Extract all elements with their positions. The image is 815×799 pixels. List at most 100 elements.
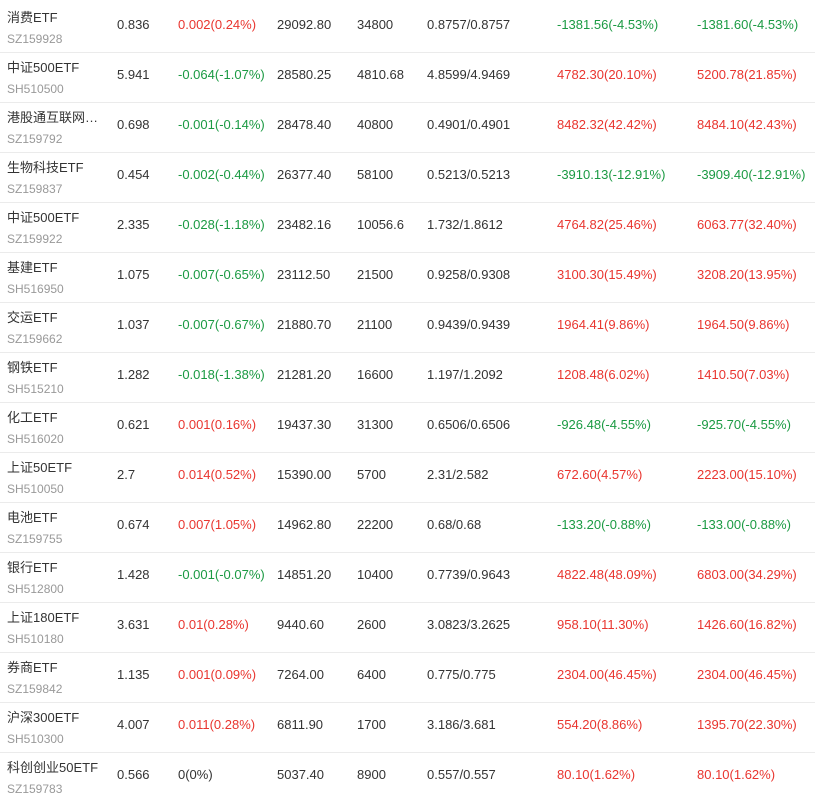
change-cell: -0.007(-0.67%) [178,317,265,332]
table-row-content: 基建ETF SH516950 1.075 -0.007(-0.65%) 23112.50… [0,253,815,302]
cost-cell: 0.7739/0.9643 [427,567,511,582]
change-cell: -0.018(-1.38%) [178,367,265,382]
table-row-content: 化工ETF SH516020 0.621 0.001(0.16%) 19437.30 31… [0,403,815,452]
table-row[interactable]: 中证500ETF SH510500 5.941 -0.064(-1.07%) 28580… [0,53,815,103]
amount-cell: 5037.40 [277,767,324,782]
total-profit-cell: 80.10(1.62%) [697,767,776,782]
cost-cell: 2.31/2.582 [427,467,489,482]
profit-cell: -1381.56(-4.53%) [557,17,659,32]
quantity-cell: 58100 [357,167,394,182]
price-cell: 0.454 [117,167,150,182]
cost-cell: 3.186/3.681 [427,717,496,732]
etf-name: 上证180ETF [7,610,80,625]
cost-cell: 1.197/1.2092 [427,367,503,382]
table-row[interactable]: 券商ETF SZ159842 1.135 0.001(0.09%) 7264.00 640… [0,653,815,703]
change-cell: -0.002(-0.44%) [178,167,265,182]
etf-name: 科创创业50ETF [7,760,99,775]
etf-name: 化工ETF [7,410,58,425]
etf-code: SZ159662 [7,332,63,346]
etf-name: 港股通互联网… [7,110,99,125]
etf-name: 中证500ETF [7,210,80,225]
table-row[interactable]: 港股通互联网… SZ159792 0.698 -0.001(-0.14%) 28478.… [0,103,815,153]
table-row[interactable]: 中证500ETF SZ159922 2.335 -0.028(-1.18%) 23482… [0,203,815,253]
table-row-content: 中证500ETF SH510500 5.941 -0.064(-1.07%) 28580… [0,53,815,102]
amount-cell: 21281.20 [277,367,332,382]
quantity-cell: 40800 [357,117,394,132]
change-cell: 0.001(0.09%) [178,667,257,682]
etf-code: SH516020 [7,432,64,446]
change-cell: 0.001(0.16%) [178,417,257,432]
table-row[interactable]: 基建ETF SH516950 1.075 -0.007(-0.65%) 23112.50… [0,253,815,303]
table-row[interactable]: 交运ETF SZ159662 1.037 -0.007(-0.67%) 21880.70… [0,303,815,353]
table-row[interactable]: 电池ETF SZ159755 0.674 0.007(1.05%) 14962.80 22… [0,503,815,553]
total-profit-cell: 1410.50(7.03%) [697,367,790,382]
table-row-content: 钢铁ETF SH515210 1.282 -0.018(-1.38%) 21281.20… [0,353,815,402]
etf-name: 基建ETF [7,260,58,275]
etf-name: 交运ETF [7,310,58,325]
quantity-cell: 21500 [357,267,394,282]
total-profit-cell: 1426.60(16.82%) [697,617,797,632]
profit-cell: -133.20(-0.88%) [557,517,651,532]
cost-cell: 0.557/0.557 [427,767,496,782]
cost-cell: 3.0823/3.2625 [427,617,511,632]
price-cell: 5.941 [117,67,150,82]
quantity-cell: 10056.6 [357,217,404,232]
change-cell: 0(0%) [178,767,213,782]
change-cell: -0.064(-1.07%) [178,67,265,82]
amount-cell: 7264.00 [277,667,324,682]
total-profit-cell: 6063.77(32.40%) [697,217,797,232]
table-row[interactable]: 银行ETF SH512800 1.428 -0.001(-0.07%) 14851.20… [0,553,815,603]
total-profit-cell: 8484.10(42.43%) [697,117,797,132]
cost-cell: 4.8599/4.9469 [427,67,511,82]
table-row[interactable]: 科创创业50ETF SZ159783 0.566 0(0%) 5037.40 8900 0.… [0,753,815,799]
price-cell: 3.631 [117,617,150,632]
table-row[interactable]: 上证180ETF SH510180 3.631 0.01(0.28%) 9440.60 2… [0,603,815,653]
etf-code: SZ159842 [7,682,63,696]
quantity-cell: 8900 [357,767,386,782]
price-cell: 0.836 [117,17,150,32]
change-cell: -0.028(-1.18%) [178,217,265,232]
change-cell: 0.002(0.24%) [178,17,257,32]
etf-code: SZ159755 [7,532,63,546]
table-row[interactable]: 生物科技ETF SZ159837 0.454 -0.002(-0.44%) 26377.… [0,153,815,203]
cost-cell: 0.8757/0.8757 [427,17,511,32]
total-profit-cell: 3208.20(13.95%) [697,267,797,282]
price-cell: 0.621 [117,417,150,432]
cost-cell: 0.5213/0.5213 [427,167,511,182]
etf-code: SH510180 [7,632,64,646]
etf-code: SZ159922 [7,232,63,246]
etf-name: 消费ETF [7,10,58,25]
table-row[interactable]: 上证50ETF SH510050 2.7 0.014(0.52%) 15390.00 57… [0,453,815,503]
table-row-content: 消费ETF SZ159928 0.836 0.002(0.24%) 29092.80 34… [0,3,815,52]
quantity-cell: 5700 [357,467,386,482]
table-row-content: 银行ETF SH512800 1.428 -0.001(-0.07%) 14851.20… [0,553,815,602]
total-profit-cell: 2304.00(46.45%) [697,667,797,682]
price-cell: 0.698 [117,117,150,132]
amount-cell: 29092.80 [277,17,332,32]
etf-code: SH516950 [7,282,64,296]
amount-cell: 14962.80 [277,517,332,532]
price-cell: 0.566 [117,767,150,782]
table-row[interactable]: 化工ETF SH516020 0.621 0.001(0.16%) 19437.30 31… [0,403,815,453]
amount-cell: 19437.30 [277,417,332,432]
quantity-cell: 21100 [357,317,393,332]
cost-cell: 0.775/0.775 [427,667,496,682]
price-cell: 2.7 [117,467,136,482]
profit-cell: 8482.32(42.42%) [557,117,657,132]
table-row[interactable]: 消费ETF SZ159928 0.836 0.002(0.24%) 29092.80 34… [0,0,815,53]
etf-name: 钢铁ETF [7,360,58,375]
table-row[interactable]: 沪深300ETF SH510300 4.007 0.011(0.28%) 6811.90… [0,703,815,753]
etf-code: SH515210 [7,382,64,396]
total-profit-cell: -925.70(-4.55%) [697,417,791,432]
profit-cell: 4822.48(48.09%) [557,567,657,582]
table-row-content: 中证500ETF SZ159922 2.335 -0.028(-1.18%) 23482… [0,203,815,252]
etf-name: 电池ETF [7,510,58,525]
quantity-cell: 2600 [357,617,386,632]
change-cell: -0.007(-0.65%) [178,267,265,282]
price-cell: 1.428 [117,567,150,582]
total-profit-cell: 5200.78(21.85%) [697,67,797,82]
table-row[interactable]: 钢铁ETF SH515210 1.282 -0.018(-1.38%) 21281.20… [0,353,815,403]
change-cell: 0.011(0.28%) [178,717,256,732]
quantity-cell: 22200 [357,517,394,532]
amount-cell: 28580.25 [277,67,332,82]
